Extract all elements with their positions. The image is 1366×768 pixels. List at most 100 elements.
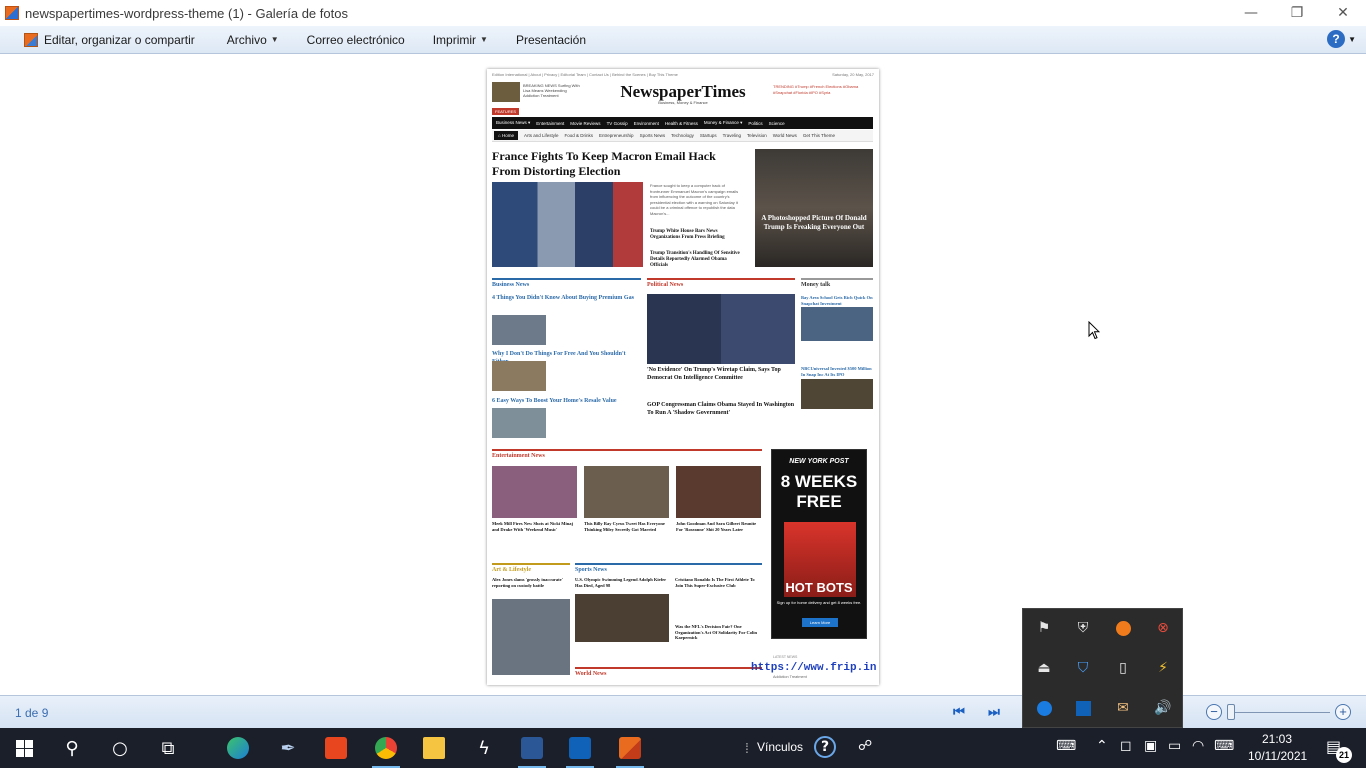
start-button[interactable] bbox=[0, 728, 48, 768]
np-feature-caption: A Photoshopped Picture Of Donald Trump I… bbox=[761, 214, 867, 231]
windows-logo-icon bbox=[15, 739, 33, 757]
np-article-title: GOP Congressman Claims Obama Stayed In W… bbox=[647, 402, 795, 416]
np-article-title: 6 Easy Ways To Boost Your Home's Resale … bbox=[492, 398, 617, 404]
np-features-label: FEATURES bbox=[492, 108, 520, 115]
taskbar-app-bolt[interactable]: ϟ bbox=[460, 728, 508, 768]
menu-label: Archivo bbox=[226, 32, 267, 47]
edge-icon bbox=[227, 737, 249, 759]
keyboard-icon[interactable]: ⌨ bbox=[1056, 738, 1076, 754]
lightning-icon: ϟ bbox=[478, 737, 490, 759]
taskbar-app-feather[interactable]: ✒ bbox=[264, 728, 312, 768]
zoom-in-button[interactable]: + bbox=[1335, 704, 1351, 720]
wifi-icon[interactable]: ◠ bbox=[1192, 738, 1204, 754]
watermark-sub: Addiction Treatment bbox=[773, 675, 807, 679]
menu-label: Correo electrónico bbox=[306, 32, 405, 47]
chevron-up-icon[interactable]: ⌃ bbox=[1096, 738, 1108, 754]
speaker-icon[interactable]: 🔊 bbox=[1150, 695, 1176, 721]
avast-icon[interactable] bbox=[1110, 615, 1136, 641]
taskbar-explorer[interactable] bbox=[410, 728, 458, 768]
np-article-thumb bbox=[801, 379, 873, 409]
np-ad-headline: HOT BOTS bbox=[785, 580, 853, 595]
minimize-button[interactable]: — bbox=[1228, 0, 1274, 26]
np-nav-item: Traveling bbox=[722, 133, 741, 138]
action-center-button[interactable]: ▤ 21 bbox=[1322, 737, 1352, 763]
mail-icon[interactable]: ✉ bbox=[1110, 695, 1136, 721]
np-nav-item: Sports News bbox=[639, 133, 666, 138]
taskbar-word[interactable] bbox=[508, 728, 556, 768]
zoom-slider-track[interactable] bbox=[1232, 712, 1330, 713]
network-error-icon[interactable]: ⊗ bbox=[1150, 615, 1176, 641]
np-article-thumb bbox=[584, 466, 669, 518]
task-view-button[interactable]: ⧉ bbox=[144, 728, 192, 768]
np-nav-home: ⌂ Home bbox=[494, 131, 518, 140]
menu-edit-organize-share[interactable]: Editar, organizar o compartir bbox=[0, 26, 209, 54]
clock-date: 10/11/2021 bbox=[1248, 749, 1308, 763]
restore-button[interactable]: ❐ bbox=[1274, 0, 1320, 26]
page-counter: 1 de 9 bbox=[15, 706, 49, 720]
taskbar-edge[interactable] bbox=[214, 728, 262, 768]
window-title: newspapertimes-wordpress-theme (1) - Gal… bbox=[25, 5, 348, 21]
usb-icon[interactable]: ⏏ bbox=[1031, 655, 1057, 681]
cortana-button[interactable]: ○ bbox=[96, 728, 144, 768]
title-bar: newspapertimes-wordpress-theme (1) - Gal… bbox=[0, 0, 1366, 26]
taskbar-app-red[interactable] bbox=[312, 728, 360, 768]
menu-bar: Editar, organizar o compartir Archivo ▼ … bbox=[0, 26, 1366, 54]
meet-now-icon[interactable]: ◻ bbox=[1120, 738, 1132, 754]
np-nav-item: Food & Drinks bbox=[564, 133, 594, 138]
np-links-text: Edition International | About | Privacy … bbox=[492, 72, 678, 77]
np-article-title: 'No Evidence' On Trump's Wiretap Claim, … bbox=[647, 367, 781, 381]
links-toolbar[interactable]: Vínculos bbox=[757, 740, 803, 754]
np-main-image bbox=[492, 182, 643, 267]
np-nav-item: Environment bbox=[633, 120, 659, 126]
help-tray-icon[interactable]: ? bbox=[814, 736, 836, 758]
np-article-thumb bbox=[676, 466, 761, 518]
battery-icon[interactable]: ▭ bbox=[1168, 738, 1181, 754]
menu-archivo[interactable]: Archivo ▼ bbox=[213, 26, 293, 54]
people-icon[interactable]: ☍ bbox=[858, 738, 872, 754]
display-icon[interactable]: ▣ bbox=[1144, 738, 1157, 754]
help-button[interactable]: ? ▼ bbox=[1327, 30, 1356, 48]
np-nav-item: Startups bbox=[699, 133, 717, 138]
taskbar-chrome[interactable] bbox=[362, 728, 410, 768]
np-nav-item: Money & Finance ▾ bbox=[703, 120, 743, 125]
menu-imprimir[interactable]: Imprimir ▼ bbox=[419, 26, 502, 54]
last-photo-button[interactable]: ⏭ bbox=[985, 704, 1003, 720]
np-ad-signup: Sign up for home delivery and get 8 week… bbox=[776, 600, 862, 605]
np-article-thumb bbox=[492, 599, 570, 675]
zoom-slider-thumb[interactable] bbox=[1227, 704, 1235, 720]
outlook-icon[interactable] bbox=[1070, 695, 1096, 721]
first-photo-button[interactable]: ⏮ bbox=[950, 704, 968, 720]
input-method-icon[interactable]: ⌨ bbox=[1214, 738, 1234, 754]
teamviewer-icon[interactable] bbox=[1031, 695, 1057, 721]
monitor-flag-icon[interactable]: ⚑ bbox=[1031, 615, 1057, 641]
np-article-title: U.S. Olympic Swimming Legend Adolph Kief… bbox=[575, 577, 667, 588]
accessory-icon[interactable]: ⚡ bbox=[1150, 655, 1176, 681]
clock-time: 21:03 bbox=[1261, 732, 1293, 746]
np-article-title: NBCUniversal Invested $500 Million In Sn… bbox=[801, 366, 872, 377]
office-lens-icon bbox=[325, 737, 347, 759]
word-icon bbox=[521, 737, 543, 759]
displayed-photo[interactable]: Edition International | About | Privacy … bbox=[487, 69, 879, 685]
taskbar-photo-gallery[interactable] bbox=[606, 728, 654, 768]
np-section-business: Business News bbox=[492, 278, 641, 288]
defender-icon[interactable]: ⛉ bbox=[1070, 655, 1096, 681]
menu-label: Editar, organizar o compartir bbox=[44, 32, 195, 47]
close-button[interactable]: ✕ bbox=[1320, 0, 1366, 26]
np-section-sports: Sports News bbox=[575, 563, 762, 573]
np-nav-item: Entertainment bbox=[536, 120, 565, 126]
np-feature-image bbox=[755, 149, 873, 267]
zoom-out-button[interactable]: − bbox=[1206, 704, 1222, 720]
menu-correo[interactable]: Correo electrónico bbox=[293, 26, 419, 54]
menu-presentacion[interactable]: Presentación bbox=[502, 26, 600, 54]
np-nav-item: Get This Theme bbox=[802, 133, 836, 138]
taskbar-outlook[interactable] bbox=[556, 728, 604, 768]
outlook-icon bbox=[569, 737, 591, 759]
search-button[interactable]: ⚲ bbox=[48, 728, 96, 768]
np-article-title: Meek Mill Fires New Shots at Nicki Minaj… bbox=[492, 521, 574, 532]
system-clock[interactable]: 21:03 10/11/2021 bbox=[1248, 731, 1308, 765]
device-icon[interactable]: ▯ bbox=[1110, 655, 1136, 681]
np-article-title: 4 Things You Didn't Know About Buying Pr… bbox=[492, 295, 634, 301]
np-political-image bbox=[647, 294, 795, 364]
menu-label: Imprimir bbox=[432, 32, 477, 47]
shield-alert-icon[interactable]: ⛨ bbox=[1070, 615, 1096, 641]
